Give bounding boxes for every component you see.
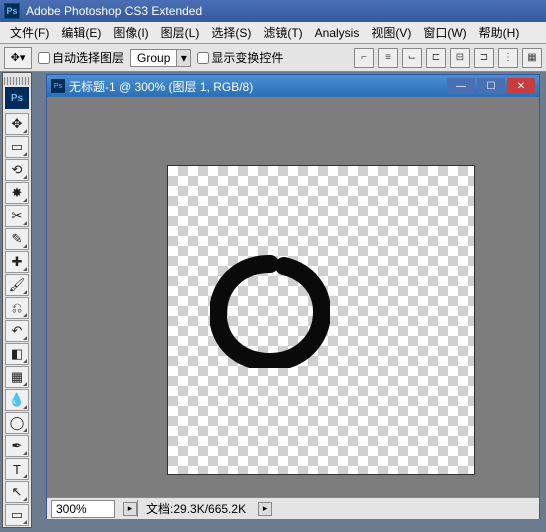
- menu-window[interactable]: 窗口(W): [417, 22, 472, 43]
- menu-select[interactable]: 选择(S): [205, 22, 257, 43]
- app-titlebar: Ps Adobe Photoshop CS3 Extended: [0, 0, 546, 22]
- ps-panel-icon: Ps: [5, 87, 29, 109]
- healing-tool[interactable]: ✚: [5, 251, 29, 273]
- document-titlebar[interactable]: Ps 无标题-1 @ 300% (图层 1, RGB/8) — ☐ ✕: [47, 75, 539, 97]
- document-title: 无标题-1 @ 300% (图层 1, RGB/8): [69, 78, 253, 95]
- transform-label: 显示变换控件: [211, 49, 283, 66]
- menu-file[interactable]: 文件(F): [4, 22, 55, 43]
- tool-panel: Ps ✥ ▭ ⟲ ✸ ✂ ✎ ✚ 🖌 ⎌ ↶ ◧ ▦ 💧 ◯ ✒ T ↖ ▭: [2, 72, 32, 528]
- menu-bar: 文件(F) 编辑(E) 图像(I) 图层(L) 选择(S) 滤镜(T) Anal…: [0, 22, 546, 44]
- brush-stroke-circle: [210, 254, 330, 368]
- stamp-tool[interactable]: ⎌: [5, 297, 29, 319]
- auto-select-checkbox[interactable]: 自动选择图层: [38, 49, 124, 66]
- path-select-tool[interactable]: ↖: [5, 481, 29, 503]
- history-brush-tool[interactable]: ↶: [5, 320, 29, 342]
- transform-input[interactable]: [197, 52, 209, 64]
- menu-edit[interactable]: 编辑(E): [55, 22, 107, 43]
- gradient-tool[interactable]: ▦: [5, 366, 29, 388]
- menu-help[interactable]: 帮助(H): [473, 22, 526, 43]
- move-tool[interactable]: ✥: [5, 113, 29, 135]
- doc-info: 文档:29.3K/665.2K: [137, 500, 254, 517]
- pen-tool[interactable]: ✒: [5, 435, 29, 457]
- workspace-icon[interactable]: ▦: [522, 48, 542, 68]
- doc-ps-icon: Ps: [51, 79, 65, 93]
- options-bar: ✥▾ 自动选择图层 Group ▾ 显示变换控件 ⌐ ≡ ⌙ ⊏ ⊟ ⊐ ⋮ ▦: [0, 44, 546, 72]
- align-left-icon[interactable]: ⊏: [426, 48, 446, 68]
- menu-filter[interactable]: 滤镜(T): [257, 22, 308, 43]
- canvas-area[interactable]: [47, 97, 539, 497]
- align-right-icon[interactable]: ⊐: [474, 48, 494, 68]
- dodge-tool[interactable]: ◯: [5, 412, 29, 434]
- doc-label: 文档:: [146, 502, 173, 516]
- zoom-input[interactable]: 300%: [51, 500, 115, 518]
- app-title: Adobe Photoshop CS3 Extended: [26, 4, 202, 18]
- workspace: Ps ✥ ▭ ⟲ ✸ ✂ ✎ ✚ 🖌 ⎌ ↶ ◧ ▦ 💧 ◯ ✒ T ↖ ▭ P…: [0, 72, 546, 532]
- menu-analysis[interactable]: Analysis: [309, 24, 366, 42]
- crop-tool[interactable]: ✂: [5, 205, 29, 227]
- document-window: Ps 无标题-1 @ 300% (图层 1, RGB/8) — ☐ ✕ 300%…: [46, 74, 540, 519]
- brush-tool[interactable]: 🖌: [5, 274, 29, 296]
- blur-tool[interactable]: 💧: [5, 389, 29, 411]
- status-bar: 300% ▸ 文档:29.3K/665.2K ▸: [47, 497, 539, 519]
- quick-select-tool[interactable]: ✸: [5, 182, 29, 204]
- transparency-checker: [168, 166, 474, 474]
- layer-group-select[interactable]: Group ▾: [130, 49, 191, 67]
- maximize-button[interactable]: ☐: [477, 78, 505, 94]
- slice-tool[interactable]: ✎: [5, 228, 29, 250]
- align-bottom-icon[interactable]: ⌙: [402, 48, 422, 68]
- align-hcenter-icon[interactable]: ⊟: [450, 48, 470, 68]
- window-buttons: — ☐ ✕: [447, 78, 535, 94]
- distribute-icon[interactable]: ⋮: [498, 48, 518, 68]
- ps-logo-icon: Ps: [4, 3, 20, 19]
- align-buttons: ⌐ ≡ ⌙ ⊏ ⊟ ⊐ ⋮ ▦: [354, 48, 542, 68]
- type-tool[interactable]: T: [5, 458, 29, 480]
- doc-size: 29.3K/665.2K: [173, 502, 246, 516]
- canvas[interactable]: [167, 165, 475, 475]
- active-tool-indicator[interactable]: ✥▾: [4, 47, 32, 69]
- shape-tool[interactable]: ▭: [5, 504, 29, 526]
- align-top-icon[interactable]: ⌐: [354, 48, 374, 68]
- transform-controls-checkbox[interactable]: 显示变换控件: [197, 49, 283, 66]
- info-arrow-icon[interactable]: ▸: [258, 502, 272, 516]
- zoom-arrow-icon[interactable]: ▸: [123, 502, 137, 516]
- auto-select-input[interactable]: [38, 52, 50, 64]
- menu-view[interactable]: 视图(V): [365, 22, 417, 43]
- close-button[interactable]: ✕: [507, 78, 535, 94]
- menu-image[interactable]: 图像(I): [107, 22, 154, 43]
- marquee-tool[interactable]: ▭: [5, 136, 29, 158]
- lasso-tool[interactable]: ⟲: [5, 159, 29, 181]
- auto-select-label: 自动选择图层: [52, 49, 124, 66]
- eraser-tool[interactable]: ◧: [5, 343, 29, 365]
- menu-layer[interactable]: 图层(L): [155, 22, 206, 43]
- minimize-button[interactable]: —: [447, 78, 475, 94]
- chevron-down-icon: ▾: [176, 50, 190, 66]
- align-vcenter-icon[interactable]: ≡: [378, 48, 398, 68]
- panel-grip[interactable]: [4, 77, 30, 85]
- group-select-value: Group: [131, 51, 176, 65]
